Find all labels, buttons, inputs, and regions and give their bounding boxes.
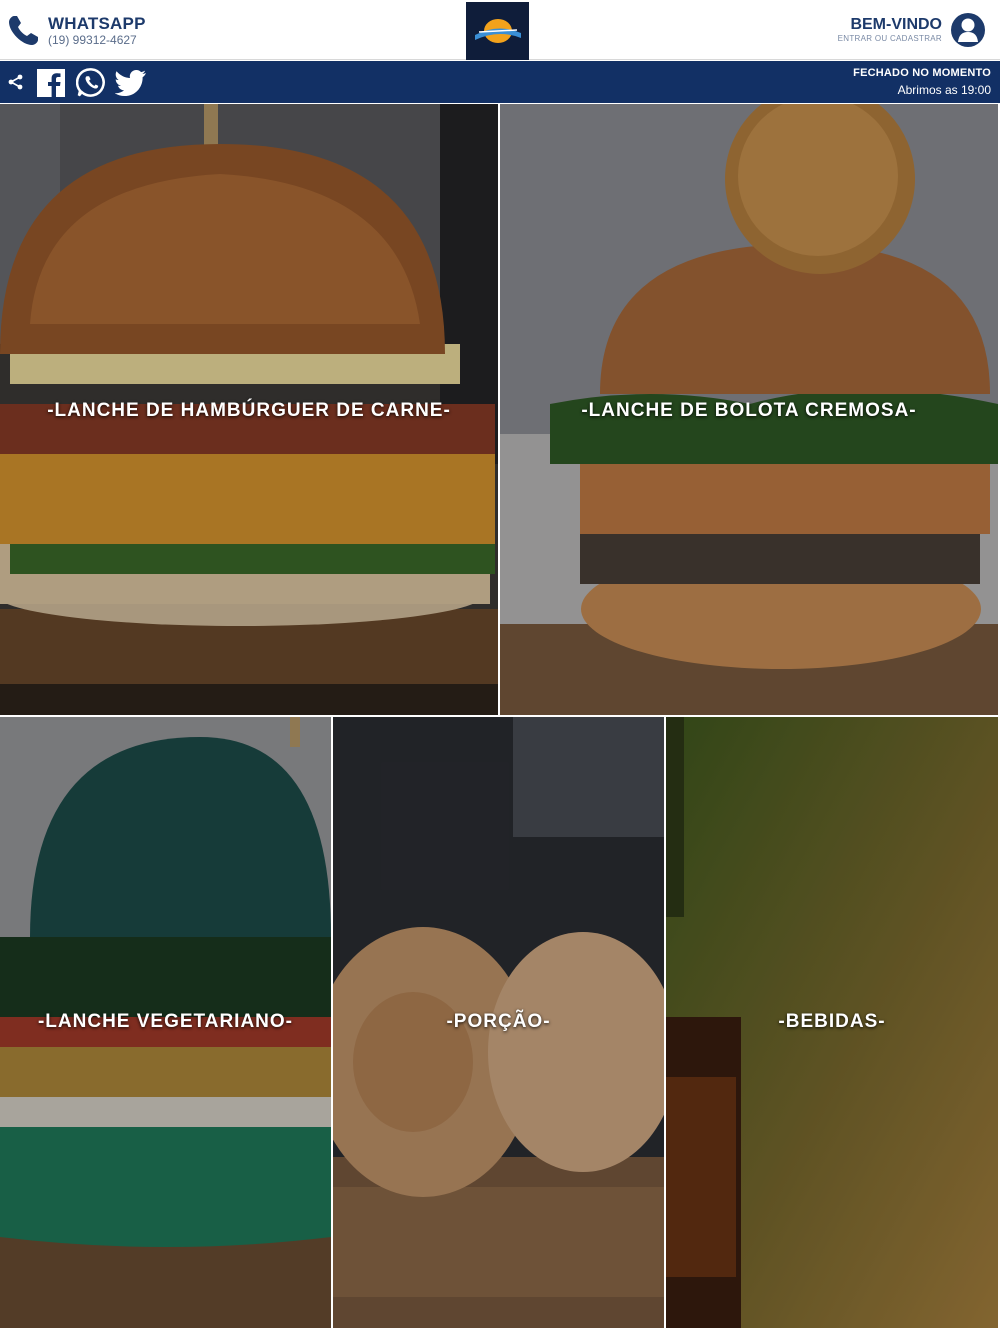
user-icon — [951, 13, 985, 47]
category-beef-burger[interactable]: -LANCHE DE HAMBÚRGUER DE CARNE- — [0, 104, 498, 715]
phone-icon — [9, 16, 38, 45]
category-label: -PORÇÃO- — [446, 1011, 551, 1032]
whatsapp-title: WHATSAPP — [48, 13, 146, 33]
share-icon[interactable] — [7, 73, 25, 91]
social-status-bar: FECHADO NO MOMENTO Abrimos as 19:00 — [0, 61, 1000, 103]
whatsapp-number: (19) 99312-4627 — [48, 32, 137, 47]
category-label: -LANCHE DE HAMBÚRGUER DE CARNE- — [47, 400, 451, 421]
welcome-title: BEM-VINDO — [850, 16, 942, 33]
status-closed: FECHADO NO MOMENTO — [853, 67, 991, 79]
category-vegetarian-burger[interactable]: -LANCHE VEGETARIANO- — [0, 717, 331, 1328]
category-portion[interactable]: -PORÇÃO- — [333, 717, 664, 1328]
category-label: -LANCHE DE BOLOTA CREMOSA- — [581, 400, 917, 421]
whatsapp-contact[interactable]: WHATSAPP (19) 99312-4627 — [6, 12, 146, 48]
logo-mark — [474, 19, 521, 43]
facebook-icon[interactable] — [36, 68, 66, 98]
category-label: -BEBIDAS- — [778, 1011, 886, 1032]
top-header: WHATSAPP (19) 99312-4627 BEM-VINDO ENTRA… — [0, 0, 1000, 60]
status-opening-time: Abrimos as 19:00 — [897, 83, 991, 97]
logo[interactable] — [466, 2, 529, 60]
category-cream-ball-burger[interactable]: -LANCHE DE BOLOTA CREMOSA- — [500, 104, 998, 715]
login-signup[interactable]: BEM-VINDO ENTRAR OU CADASTRAR — [838, 12, 986, 48]
store-status: FECHADO NO MOMENTO Abrimos as 19:00 — [853, 67, 991, 97]
twitter-icon[interactable] — [115, 69, 147, 97]
welcome-subtitle: ENTRAR OU CADASTRAR — [837, 34, 942, 43]
category-drinks[interactable]: -BEBIDAS- — [666, 717, 998, 1328]
category-label: -LANCHE VEGETARIANO- — [37, 1011, 294, 1032]
whatsapp-icon[interactable] — [76, 67, 107, 98]
